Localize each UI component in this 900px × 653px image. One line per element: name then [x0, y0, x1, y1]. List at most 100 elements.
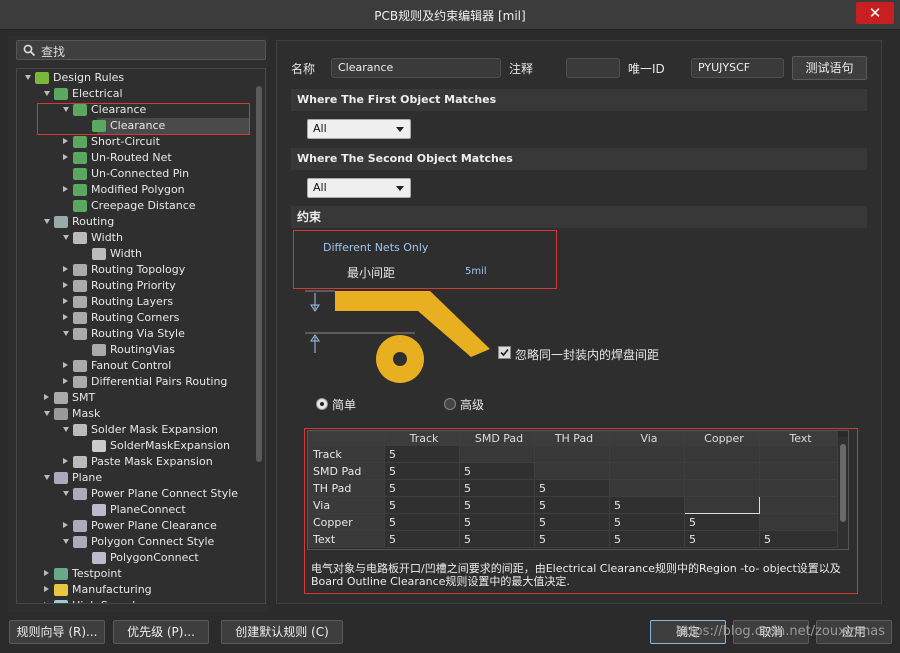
- tree-item[interactable]: Fanout Control: [19, 358, 259, 374]
- chevron-down-icon[interactable]: [63, 235, 69, 240]
- matrix-cell[interactable]: 5: [459, 513, 535, 531]
- matrix-cell[interactable]: 5: [384, 462, 460, 480]
- create-default-rules-button[interactable]: 创建默认规则 (C): [221, 620, 343, 644]
- chevron-right-icon[interactable]: [44, 570, 49, 576]
- chevron-right-icon[interactable]: [63, 362, 68, 368]
- min-clearance-value[interactable]: 5mil: [465, 266, 487, 277]
- matrix-cell[interactable]: 5: [384, 513, 460, 531]
- chevron-right-icon[interactable]: [63, 314, 68, 320]
- tree-item[interactable]: Power Plane Clearance: [19, 518, 259, 534]
- matrix-cell[interactable]: 5: [534, 479, 610, 497]
- matrix-cell[interactable]: [534, 462, 610, 480]
- tree-item[interactable]: PlaneConnect: [19, 502, 259, 518]
- tree-item[interactable]: Manufacturing: [19, 582, 259, 598]
- tree-item[interactable]: Short-Circuit: [19, 134, 259, 150]
- tree-item[interactable]: Differential Pairs Routing: [19, 374, 259, 390]
- chevron-down-icon[interactable]: [44, 91, 50, 96]
- chevron-right-icon[interactable]: [63, 298, 68, 304]
- matrix-cell[interactable]: [684, 462, 760, 480]
- tree-item[interactable]: Routing Via Style: [19, 326, 259, 342]
- tree-item[interactable]: Routing Topology: [19, 262, 259, 278]
- matrix-cell[interactable]: 5: [534, 513, 610, 531]
- tree-item[interactable]: Power Plane Connect Style: [19, 486, 259, 502]
- tree-item[interactable]: Plane: [19, 470, 259, 486]
- priority-button[interactable]: 优先级 (P)...: [113, 620, 209, 644]
- matrix-cell[interactable]: [609, 462, 685, 480]
- matrix-cell[interactable]: 5: [534, 496, 610, 514]
- matrix-cell[interactable]: 5: [459, 530, 535, 548]
- matrix-cell[interactable]: [609, 479, 685, 497]
- tree-item[interactable]: Design Rules: [19, 70, 259, 86]
- test-query-button[interactable]: 测试语句: [792, 56, 867, 80]
- chevron-right-icon[interactable]: [63, 522, 68, 528]
- matrix-cell[interactable]: [759, 445, 838, 463]
- tree-item[interactable]: Routing Priority: [19, 278, 259, 294]
- matrix-cell[interactable]: 5: [384, 530, 460, 548]
- matrix-cell[interactable]: 5: [459, 496, 535, 514]
- matrix-cell[interactable]: [759, 479, 838, 497]
- chevron-down-icon[interactable]: [44, 219, 50, 224]
- chevron-right-icon[interactable]: [44, 602, 49, 603]
- matrix-cell[interactable]: [684, 496, 760, 514]
- matrix-cell[interactable]: [609, 445, 685, 463]
- chevron-right-icon[interactable]: [63, 282, 68, 288]
- tree-item[interactable]: Mask: [19, 406, 259, 422]
- chevron-right-icon[interactable]: [63, 458, 68, 464]
- tree-item[interactable]: Solder Mask Expansion: [19, 422, 259, 438]
- matrix-cell[interactable]: [684, 479, 760, 497]
- chevron-down-icon[interactable]: [63, 427, 69, 432]
- chevron-down-icon[interactable]: [63, 491, 69, 496]
- matrix-cell[interactable]: [759, 462, 838, 480]
- tree-item[interactable]: Routing: [19, 214, 259, 230]
- chevron-right-icon[interactable]: [44, 586, 49, 592]
- matrix-cell[interactable]: 5: [384, 496, 460, 514]
- matrix-cell[interactable]: [459, 445, 535, 463]
- matrix-cell[interactable]: 5: [684, 513, 760, 531]
- uid-field[interactable]: PYUJYSCF: [691, 58, 784, 78]
- name-field[interactable]: Clearance: [331, 58, 501, 78]
- chevron-down-icon[interactable]: [44, 475, 50, 480]
- second-match-select[interactable]: All: [307, 178, 411, 198]
- tree-item[interactable]: Testpoint: [19, 566, 259, 582]
- matrix-cell[interactable]: 5: [609, 513, 685, 531]
- tree-item[interactable]: Paste Mask Expansion: [19, 454, 259, 470]
- matrix-cell[interactable]: 5: [459, 462, 535, 480]
- radio-simple[interactable]: [316, 398, 328, 410]
- matrix-cell[interactable]: [534, 445, 610, 463]
- tree-item[interactable]: SMT: [19, 390, 259, 406]
- first-match-select[interactable]: All: [307, 119, 411, 139]
- net-scope-label[interactable]: Different Nets Only: [323, 241, 428, 254]
- comment-field[interactable]: [566, 58, 620, 78]
- matrix-cell[interactable]: 5: [684, 530, 760, 548]
- matrix-cell[interactable]: [759, 513, 838, 531]
- search-input[interactable]: 查找: [16, 40, 266, 60]
- matrix-cell[interactable]: 5: [609, 530, 685, 548]
- tree-item[interactable]: Polygon Connect Style: [19, 534, 259, 550]
- rules-tree[interactable]: Design Rules Electrical Clearance Clearance…: [16, 68, 266, 604]
- clearance-matrix[interactable]: Track SMD Pad TH Pad Via Copper Text Track 5 SMD…: [307, 430, 849, 550]
- tree-item[interactable]: Electrical: [19, 86, 259, 102]
- tree-item[interactable]: Un-Connected Pin: [19, 166, 259, 182]
- close-button[interactable]: ✕: [856, 2, 894, 24]
- tree-item[interactable]: Modified Polygon: [19, 182, 259, 198]
- rule-wizard-button[interactable]: 规则向导 (R)...: [9, 620, 105, 644]
- chevron-right-icon[interactable]: [44, 394, 49, 400]
- matrix-cell[interactable]: [759, 496, 838, 514]
- matrix-cell[interactable]: [684, 445, 760, 463]
- chevron-right-icon[interactable]: [63, 138, 68, 144]
- chevron-right-icon[interactable]: [63, 266, 68, 272]
- tree-item[interactable]: Routing Layers: [19, 294, 259, 310]
- chevron-down-icon[interactable]: [63, 331, 69, 336]
- chevron-right-icon[interactable]: [63, 154, 68, 160]
- chevron-down-icon[interactable]: [25, 75, 31, 80]
- chevron-right-icon[interactable]: [63, 378, 68, 384]
- chevron-right-icon[interactable]: [63, 186, 68, 192]
- matrix-scrollbar-thumb[interactable]: [840, 444, 846, 522]
- matrix-cell[interactable]: 5: [384, 445, 460, 463]
- tree-scrollbar-thumb[interactable]: [256, 86, 262, 462]
- matrix-cell[interactable]: 5: [459, 479, 535, 497]
- tree-item[interactable]: Width: [19, 246, 259, 262]
- ignore-pads-checkbox[interactable]: [498, 346, 511, 359]
- tree-item[interactable]: SolderMaskExpansion: [19, 438, 259, 454]
- tree-item[interactable]: PolygonConnect: [19, 550, 259, 566]
